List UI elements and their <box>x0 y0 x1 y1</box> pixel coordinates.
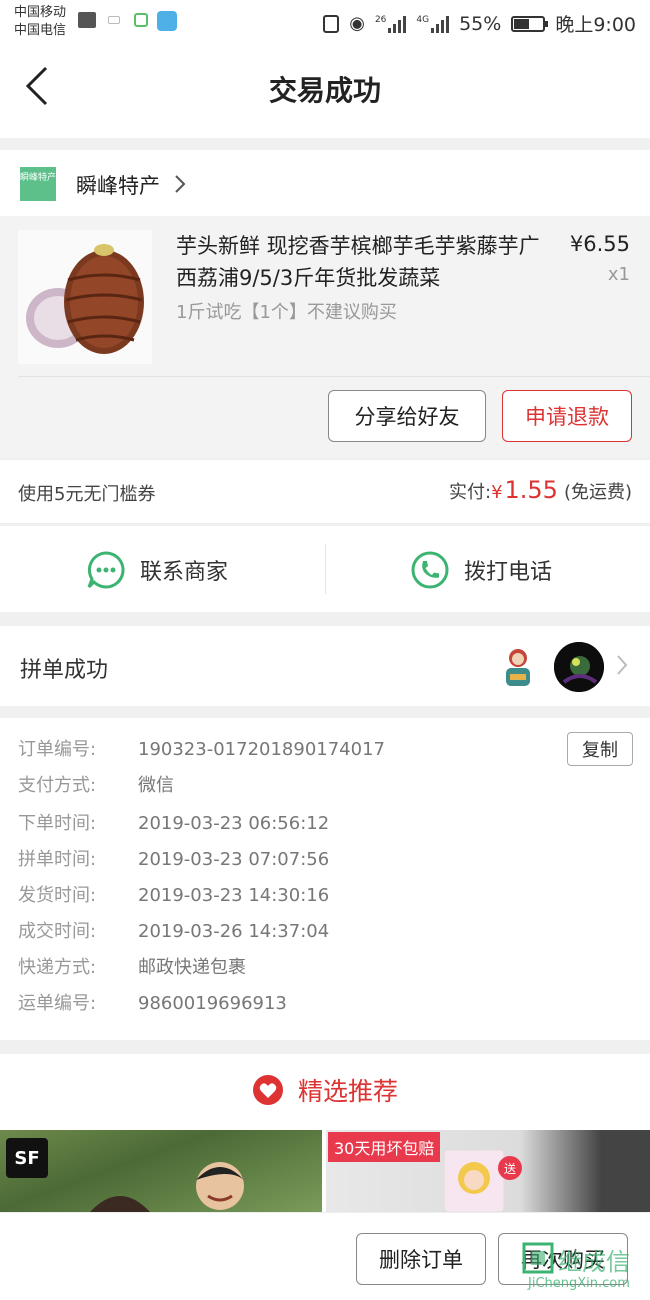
payment-method-row: 支付方式: 微信 <box>18 774 174 798</box>
divider <box>18 376 650 377</box>
taro-image <box>18 230 152 364</box>
product-spec: 1斤试吃【1个】不建议购买 <box>176 302 397 323</box>
refund-button[interactable]: 申请退款 <box>502 390 632 442</box>
order-info: 订单编号: 190323-017201890174017 复制 支付方式: 微信 下… <box>0 718 650 1040</box>
share-button[interactable]: 分享给好友 <box>328 390 486 442</box>
delete-order-button[interactable]: 删除订单 <box>356 1233 486 1285</box>
product-image[interactable] <box>18 230 152 364</box>
guarantee-badge: 30天用坏包赔 <box>328 1132 441 1162</box>
field-value: 邮政快递包裹 <box>138 957 246 978</box>
heart-badge-icon <box>252 1075 283 1105</box>
field-label: 订单编号: <box>18 739 97 760</box>
watermark: 继成信 JiChengXin.com <box>520 1240 644 1296</box>
shipping-app-icon <box>157 11 177 31</box>
shop-name: 瞬峰特产 <box>76 174 160 198</box>
recommend-header: 精选推荐 <box>0 1072 650 1108</box>
chevron-right-icon <box>617 655 628 675</box>
battery-percent: 55% <box>459 12 502 35</box>
divider <box>325 544 326 594</box>
field-label: 拼单时间: <box>18 849 97 870</box>
field-value: 2019-03-23 14:30:16 <box>138 885 330 906</box>
paid-amount: 实付: ¥ 1.55 (免运费) <box>449 476 632 504</box>
courier-row: 快递方式: 邮政快递包裹 <box>18 956 246 980</box>
header: 交易成功 <box>0 44 650 138</box>
order-number-row: 订单编号: 190323-017201890174017 <box>18 738 385 762</box>
field-label: 支付方式: <box>18 775 97 796</box>
recommend-item[interactable]: 30天用坏包赔 送 <box>326 1130 650 1212</box>
field-value: 2019-03-26 14:37:04 <box>138 921 330 942</box>
carrier-2: 中国电信 <box>14 23 67 38</box>
avatar <box>506 649 530 686</box>
ship-time-row: 发货时间: 2019-03-23 14:30:16 <box>18 884 329 908</box>
deal-time-row: 成交时间: 2019-03-26 14:37:04 <box>18 920 329 944</box>
carrier-1: 中国移动 <box>14 5 67 20</box>
vibrate-icon <box>323 14 340 33</box>
product-title[interactable]: 芋头新鲜 现挖香芋槟榔芋毛芋紫藤芋广西荔浦9/5/3斤年货批发蔬菜 <box>176 230 546 294</box>
product-price: ¥6.55 <box>569 232 630 256</box>
recommend-item[interactable]: SF <box>0 1130 322 1212</box>
avatar-image <box>554 642 604 692</box>
field-label: 快递方式: <box>18 957 97 978</box>
bottom-action-bar: 删除订单 再次购买 继成信 JiChengXin.com <box>0 1212 650 1300</box>
field-value: 微信 <box>138 775 174 796</box>
field-label: 发货时间: <box>18 885 97 906</box>
avatar <box>554 642 604 692</box>
recommend-title: 精选推荐 <box>297 1077 398 1106</box>
product-quantity: x1 <box>607 264 630 285</box>
clock: 晚上9:00 <box>555 14 636 36</box>
paid-label: 实付: <box>448 482 492 503</box>
watermark-logo-icon <box>522 1242 554 1274</box>
sf-logo-icon: SF <box>6 1138 48 1178</box>
activity-icon <box>78 12 96 28</box>
field-label: 成交时间: <box>18 921 97 942</box>
net-type-2: 4G <box>416 14 430 25</box>
payment-summary: 使用5元无门槛券 实付: ¥ 1.55 (免运费) <box>0 460 650 524</box>
app-icon <box>134 13 148 27</box>
watermark-url: JiChengXin.com <box>528 1276 630 1291</box>
net-type-1: 26 <box>374 14 387 25</box>
coupon-text: 使用5元无门槛券 <box>18 484 156 505</box>
field-value[interactable]: 9860019696913 <box>138 993 287 1014</box>
battery-icon <box>511 15 549 32</box>
product-card: 芋头新鲜 现挖香芋槟榔芋毛芋紫藤芋广西荔浦9/5/3斤年货批发蔬菜 1斤试吃【1… <box>0 216 650 458</box>
signal-icon-2: 4G <box>416 14 450 33</box>
field-label: 运单编号: <box>18 993 97 1014</box>
field-label: 下单时间: <box>18 813 97 834</box>
contact-bar: 联系商家 拨打电话 <box>0 526 650 612</box>
children-photo <box>90 1162 244 1212</box>
page-title: 交易成功 <box>268 74 381 107</box>
signal-icon-1: 26 <box>374 14 407 33</box>
copy-button[interactable]: 复制 <box>567 732 633 766</box>
phone-icon <box>411 551 449 589</box>
status-bar: 中国移动 中国电信 ◉ 26 4G 55% 晚上9:00 <box>0 0 650 44</box>
notification-icon <box>108 16 120 24</box>
call-label: 拨打电话 <box>464 560 553 585</box>
order-number: 190323-017201890174017 <box>138 739 385 760</box>
field-value: 2019-03-23 06:56:12 <box>138 813 330 834</box>
watermark-brand: 继成信 <box>558 1248 630 1276</box>
eye-icon: ◉ <box>349 13 365 34</box>
currency-symbol: ¥ <box>491 482 503 503</box>
chat-icon <box>87 551 125 589</box>
shop-logo: 瞬峰特产 <box>20 167 56 201</box>
shipping-note: (免运费) <box>563 482 632 503</box>
group-buy-row[interactable]: 拼单成功 <box>0 626 650 706</box>
call-button[interactable]: 拨打电话 <box>410 550 552 590</box>
group-status: 拼单成功 <box>20 658 109 683</box>
order-time-row: 下单时间: 2019-03-23 06:56:12 <box>18 812 329 836</box>
amount-value: 1.55 <box>504 476 558 504</box>
chevron-right-icon <box>175 175 186 193</box>
status-right: ◉ 26 4G 55% 晚上9:00 <box>323 10 636 37</box>
group-time-row: 拼单时间: 2019-03-23 07:07:56 <box>18 848 329 872</box>
field-value: 2019-03-23 07:07:56 <box>138 849 330 870</box>
shop-row[interactable]: 瞬峰特产 瞬峰特产 <box>0 150 650 216</box>
tracking-row: 运单编号: 9860019696913 <box>18 992 287 1016</box>
contact-merchant-button[interactable]: 联系商家 <box>86 550 228 590</box>
contact-merchant-label: 联系商家 <box>140 560 229 585</box>
gift-badge: 送 <box>498 1156 522 1180</box>
